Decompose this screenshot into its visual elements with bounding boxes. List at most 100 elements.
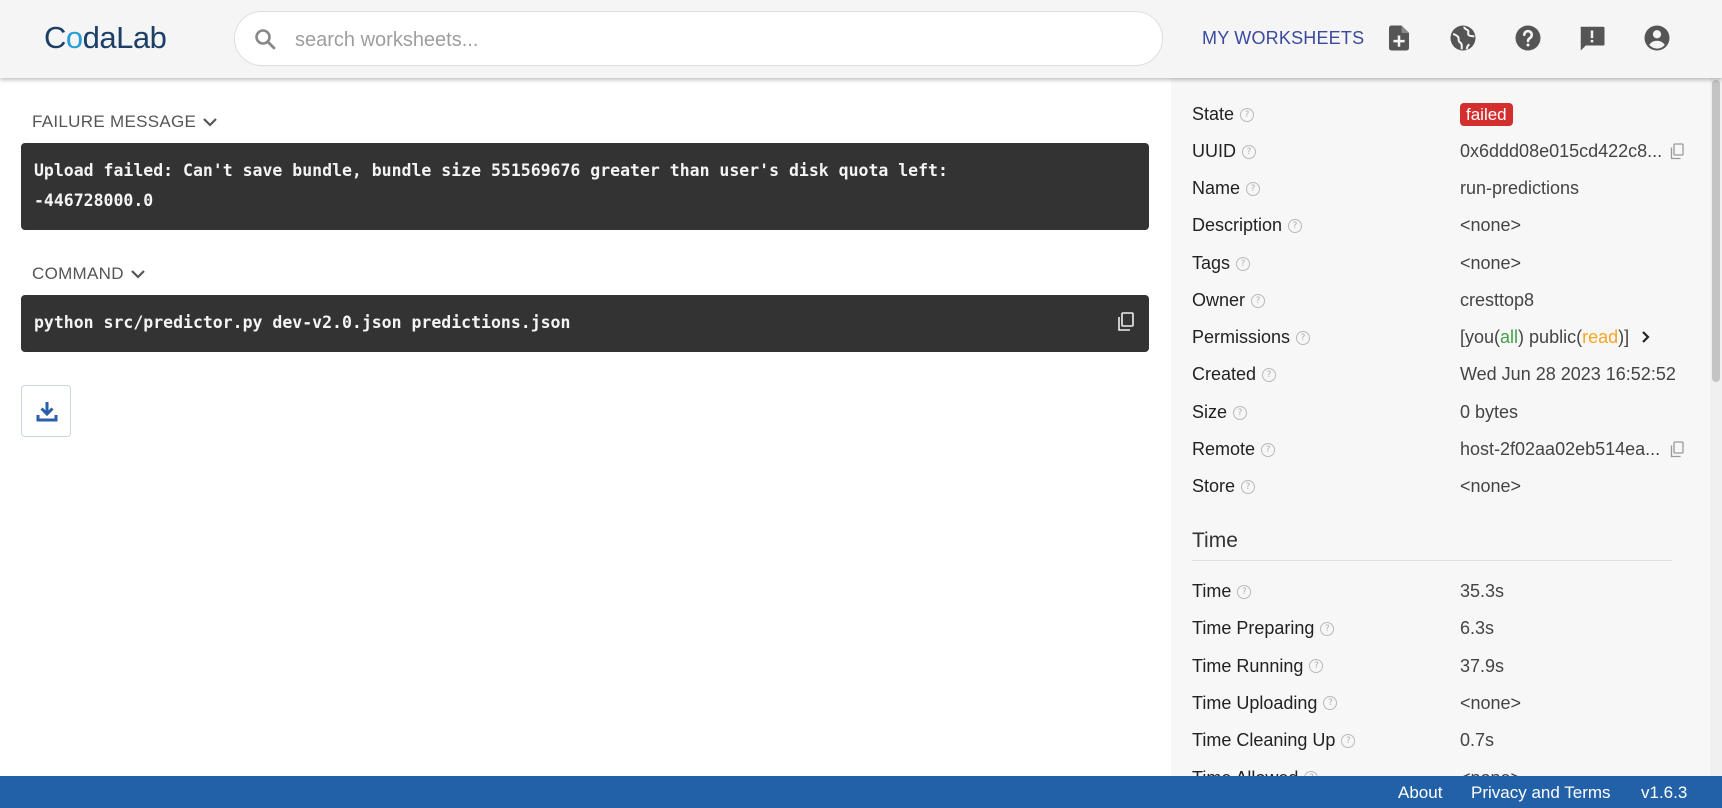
permissions-value[interactable]: [you(all) public(read)] xyxy=(1460,327,1652,348)
detail-row-uuid: UUID? 0x6ddd08e015cd422c8... xyxy=(1192,137,1692,167)
failure-line-2: -446728000.0 xyxy=(34,191,154,210)
chevron-down-icon xyxy=(131,270,145,279)
help-icon[interactable]: ? xyxy=(1233,405,1248,420)
permissions-open: [you( xyxy=(1460,327,1501,347)
chevron-down-icon xyxy=(203,118,217,127)
detail-row-state: State? failed xyxy=(1192,100,1692,130)
logo-text-c: C xyxy=(44,20,66,55)
tags-value[interactable]: <none> xyxy=(1460,253,1521,274)
uuid-value: 0x6ddd08e015cd422c8... xyxy=(1460,141,1663,161)
permissions-label: Permissions xyxy=(1192,327,1291,347)
time-row-value-time-uploading: <none> xyxy=(1460,692,1522,713)
command-text: python src/predictor.py dev-v2.0.json pr… xyxy=(34,313,571,332)
time-row-value-time-cleaning-up: 0.7s xyxy=(1460,730,1495,751)
help-icon[interactable]: ? xyxy=(1320,621,1335,636)
command-label: COMMAND xyxy=(32,264,124,283)
help-icon[interactable] xyxy=(1513,23,1543,53)
detail-row-description: Description? <none> xyxy=(1192,211,1692,241)
name-value[interactable]: run-predictions xyxy=(1460,178,1579,199)
detail-row-created: Created? Wed Jun 28 2023 16:52:52 xyxy=(1192,360,1692,390)
time-row-label-time-uploading: Time Uploading xyxy=(1192,692,1318,713)
help-icon[interactable]: ? xyxy=(1262,367,1277,382)
time-row-label-time-allowed: Time Allowed xyxy=(1192,768,1298,777)
codalab-logo[interactable]: CodaLab xyxy=(44,20,167,56)
created-value: Wed Jun 28 2023 16:52:52 xyxy=(1460,364,1676,384)
time-row: Time Running? 37.9s xyxy=(1192,652,1692,682)
tags-label: Tags xyxy=(1192,253,1231,273)
help-icon[interactable]: ? xyxy=(1240,107,1255,122)
time-section-title: Time xyxy=(1192,529,1238,552)
name-label: Name xyxy=(1192,178,1241,198)
failure-message-label: FAILURE MESSAGE xyxy=(32,112,197,131)
store-value: <none> xyxy=(1460,476,1522,496)
help-icon[interactable]: ? xyxy=(1236,256,1251,271)
copy-icon[interactable] xyxy=(1117,312,1135,332)
help-icon[interactable]: ? xyxy=(1246,181,1261,196)
size-value: 0 bytes xyxy=(1460,402,1519,422)
failure-line-1: Upload failed: Can't save bundle, bundle… xyxy=(34,161,948,180)
command-toggle[interactable]: COMMAND xyxy=(32,264,146,284)
description-label: Description xyxy=(1192,215,1283,235)
description-value[interactable]: <none> xyxy=(1460,215,1521,236)
footer: About Privacy and Terms v1.6.3 xyxy=(0,776,1722,808)
new-worksheet-icon[interactable] xyxy=(1384,23,1414,53)
detail-row-name: Name? run-predictions xyxy=(1192,174,1692,204)
detail-row-permissions: Permissions? [you(all) public(read)] xyxy=(1192,323,1692,353)
help-icon[interactable]: ? xyxy=(1323,696,1338,711)
detail-row-remote: Remote? host-2f02aa02eb514ea... xyxy=(1192,435,1692,465)
feedback-icon[interactable] xyxy=(1577,23,1607,53)
logo-text-o: o xyxy=(65,20,83,55)
time-row: Time Cleaning Up? 0.7s xyxy=(1192,726,1692,756)
owner-value: cresttop8 xyxy=(1460,290,1535,310)
time-row: Time? 35.3s xyxy=(1192,577,1692,607)
help-icon[interactable]: ? xyxy=(1241,479,1256,494)
remote-value: host-2f02aa02eb514ea... xyxy=(1460,439,1661,459)
time-row-value-time-running: 37.9s xyxy=(1460,655,1505,676)
permissions-mid: ) public( xyxy=(1518,327,1583,347)
time-row: Time Uploading? <none> xyxy=(1192,689,1692,719)
owner-label: Owner xyxy=(1192,290,1246,310)
time-row-label-time: Time xyxy=(1192,581,1232,601)
about-link[interactable]: About xyxy=(1398,783,1442,803)
version-label: v1.6.3 xyxy=(1641,783,1688,802)
globe-icon[interactable] xyxy=(1448,23,1478,53)
detail-row-owner: Owner? cresttop8 xyxy=(1192,286,1692,316)
time-row: Time Preparing? 6.3s xyxy=(1192,614,1692,644)
help-icon[interactable]: ? xyxy=(1309,659,1324,674)
detail-row-size: Size? 0 bytes xyxy=(1192,398,1692,428)
scrollbar[interactable] xyxy=(1710,78,1722,776)
state-label: State xyxy=(1192,104,1235,124)
failure-message-toggle[interactable]: FAILURE MESSAGE xyxy=(32,112,218,132)
chevron-right-icon[interactable] xyxy=(1640,330,1652,344)
my-worksheets-link[interactable]: MY WORKSHEETS xyxy=(1202,28,1364,49)
scrollbar-thumb[interactable] xyxy=(1712,80,1720,382)
time-section-divider xyxy=(1192,560,1672,561)
bundle-details-panel: State? failed UUID? 0x6ddd08e015cd422c8.… xyxy=(1171,78,1722,776)
help-icon[interactable]: ? xyxy=(1288,218,1303,233)
state-badge: failed xyxy=(1460,103,1513,126)
privacy-terms-link[interactable]: Privacy and Terms xyxy=(1471,783,1611,803)
help-icon[interactable]: ? xyxy=(1242,144,1256,159)
search-bar xyxy=(234,11,1163,66)
time-row-label-time-cleaning-up: Time Cleaning Up xyxy=(1192,730,1336,751)
permissions-you: all xyxy=(1500,327,1519,347)
search-input[interactable] xyxy=(293,22,1137,58)
help-icon[interactable]: ? xyxy=(1261,442,1276,457)
failure-message-text: Upload failed: Can't save bundle, bundle… xyxy=(34,156,948,216)
uuid-label: UUID xyxy=(1192,141,1236,161)
copy-icon[interactable] xyxy=(1670,441,1684,458)
help-icon[interactable]: ? xyxy=(1237,584,1252,599)
time-row-label-time-running: Time Running xyxy=(1192,655,1304,676)
top-header: CodaLab MY WORKSHEETS xyxy=(0,0,1722,78)
copy-icon[interactable] xyxy=(1670,143,1684,160)
store-label: Store xyxy=(1192,476,1236,496)
search-icon xyxy=(255,29,276,50)
download-button[interactable] xyxy=(21,385,71,437)
help-icon[interactable]: ? xyxy=(1341,733,1356,748)
detail-row-tags: Tags? <none> xyxy=(1192,249,1692,279)
help-icon[interactable]: ? xyxy=(1251,293,1266,308)
help-icon[interactable]: ? xyxy=(1296,330,1311,345)
time-row: Time Allowed?<none> xyxy=(1192,764,1692,777)
permissions-close: )] xyxy=(1618,327,1630,347)
account-icon[interactable] xyxy=(1642,23,1672,53)
